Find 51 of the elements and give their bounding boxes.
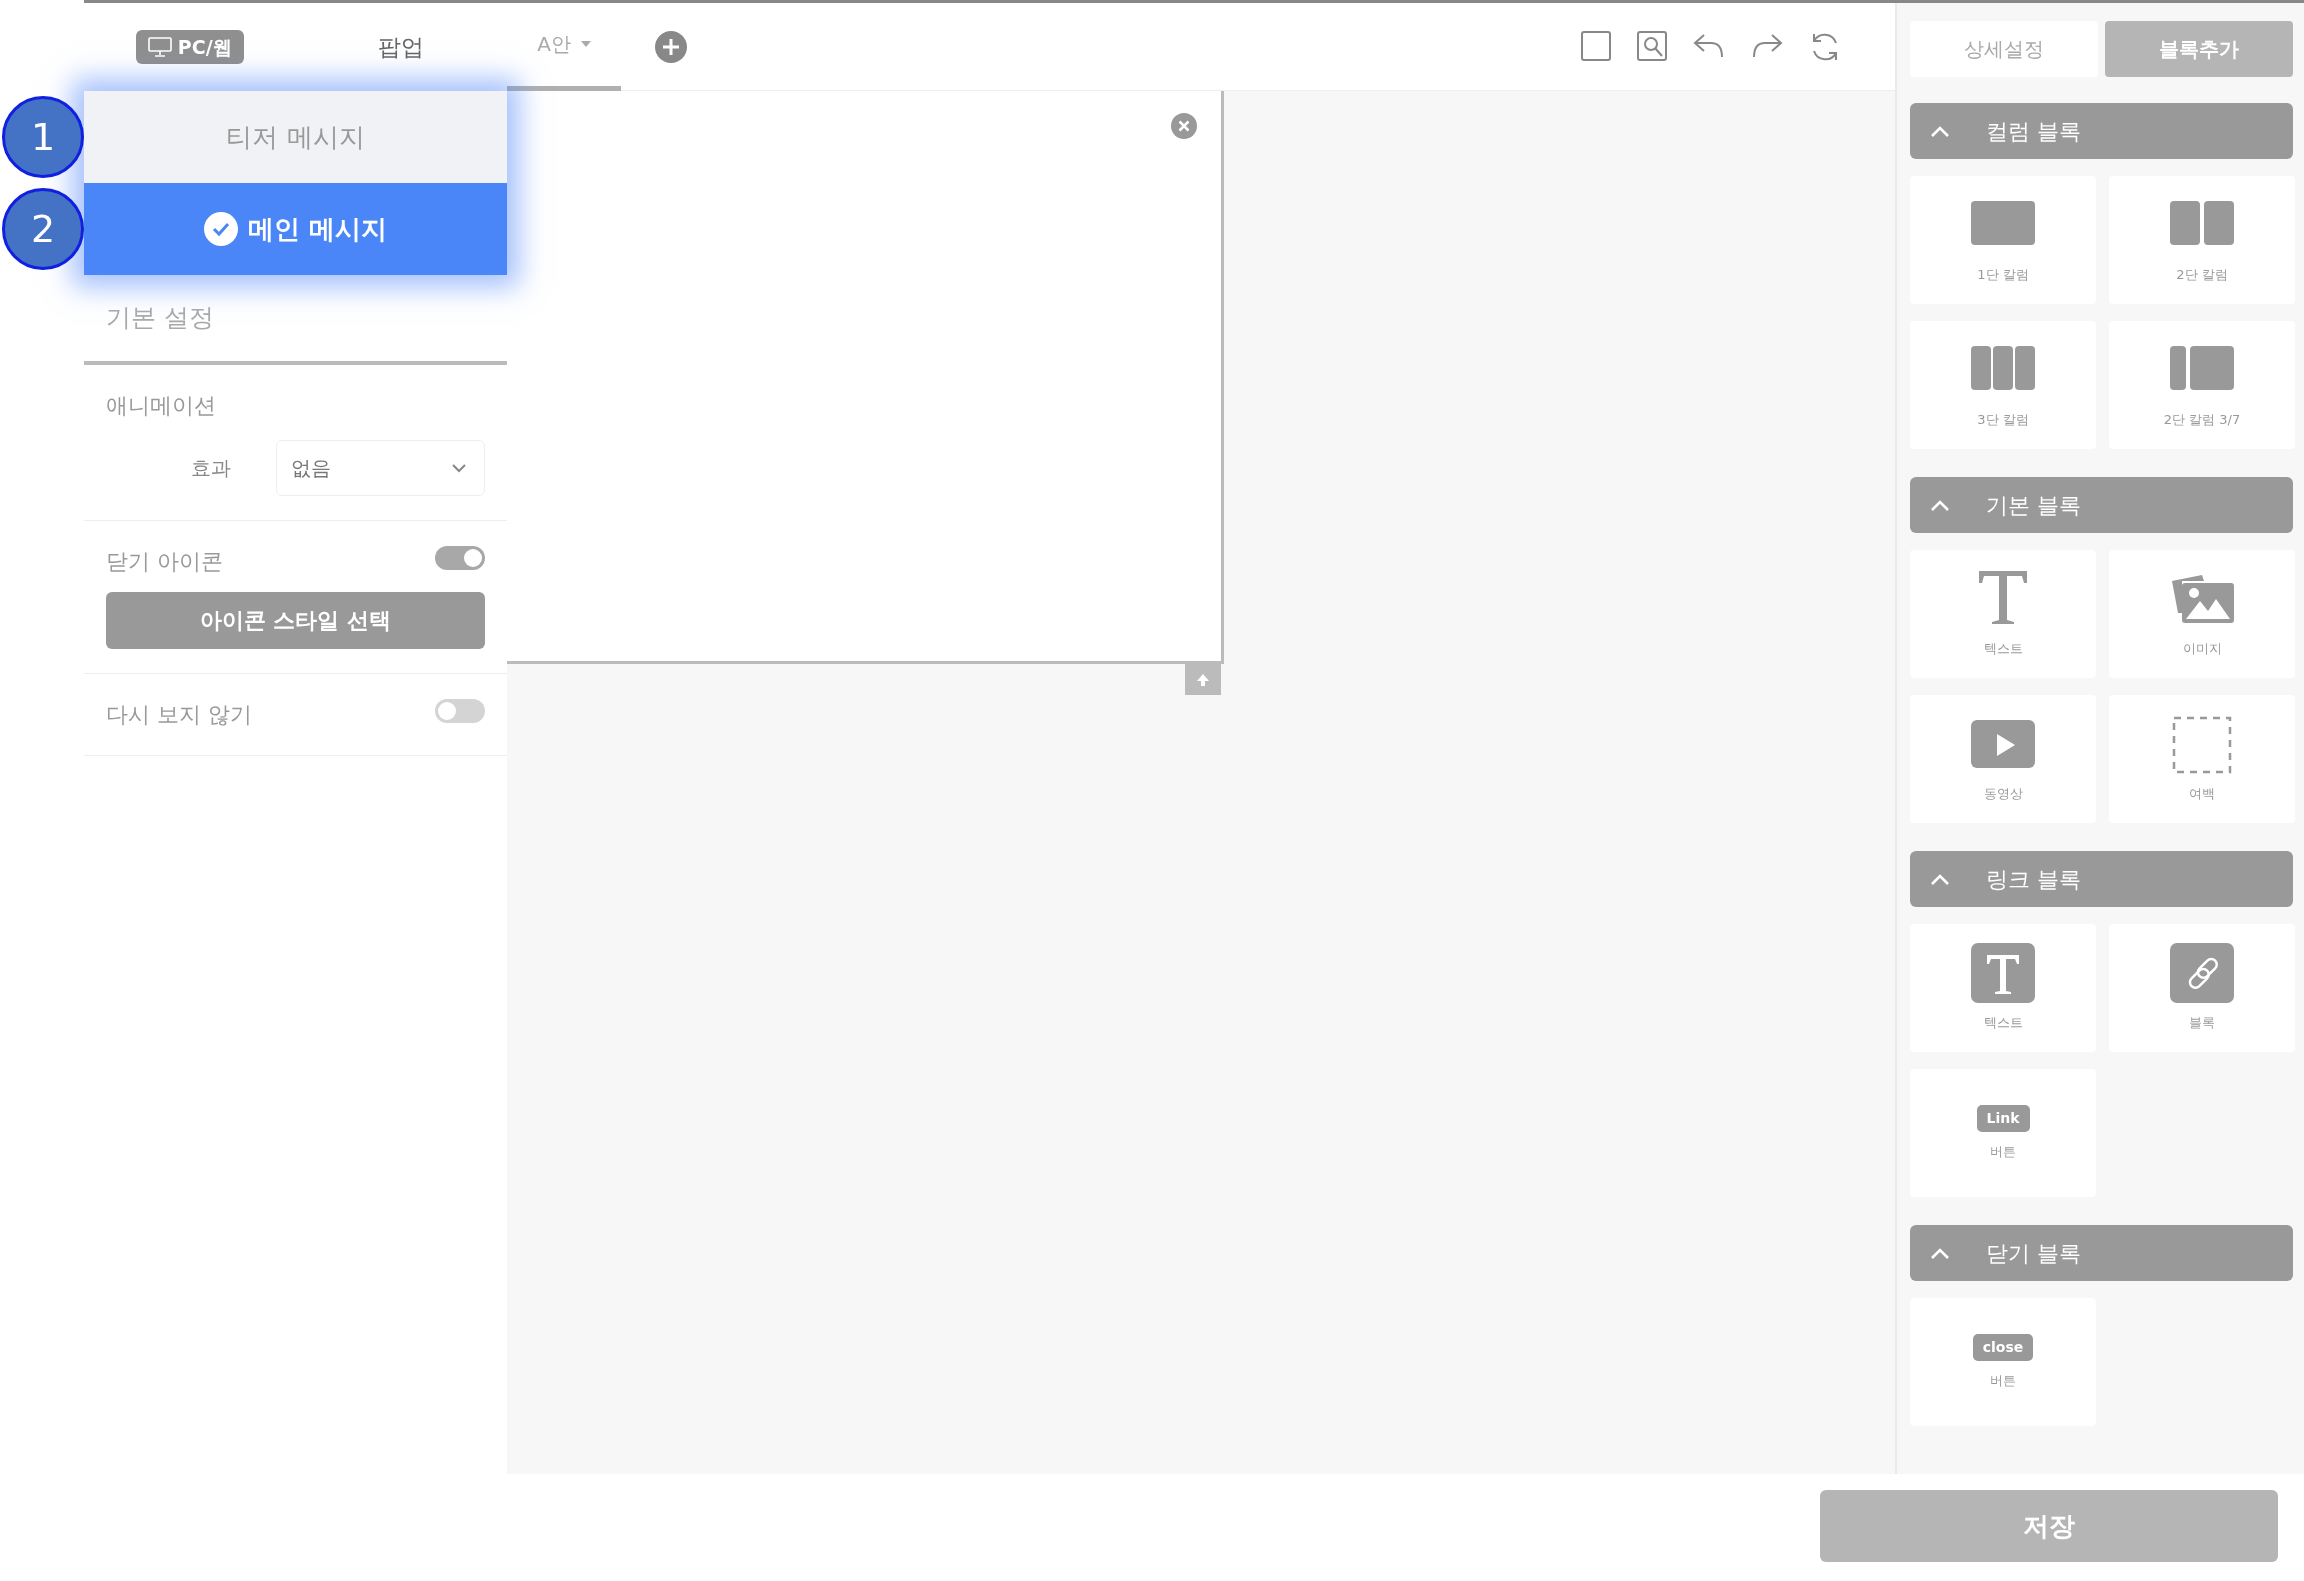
zoom-icon[interactable] bbox=[1637, 30, 1667, 61]
popup-title: 팝업 bbox=[378, 32, 425, 62]
chevron-up-icon bbox=[1930, 125, 1950, 137]
message-tab[interactable]: 티저 메시지 bbox=[84, 91, 507, 183]
block-tile[interactable]: 텍스트 bbox=[1910, 924, 2096, 1052]
block-tile[interactable]: 블록 bbox=[2109, 924, 2295, 1052]
badge-preview: close bbox=[1972, 1333, 2034, 1361]
effect-label: 효과 bbox=[190, 455, 232, 482]
group-header[interactable]: 링크 블록 bbox=[1910, 851, 2293, 907]
animation-label: 애니메이션 bbox=[106, 392, 217, 420]
block-tile[interactable]: 3단 칼럼 bbox=[1910, 321, 2096, 449]
dashed-square-icon bbox=[2170, 714, 2234, 775]
toggle-switch[interactable] bbox=[435, 699, 485, 723]
save-button[interactable]: 저장 bbox=[1820, 1490, 2278, 1562]
badge-preview: Link bbox=[1976, 1104, 2030, 1132]
group-header[interactable]: 컬럼 블록 bbox=[1910, 103, 2293, 159]
effect-select[interactable]: 없음 bbox=[276, 440, 485, 496]
scroll-up-button[interactable] bbox=[1185, 664, 1221, 695]
add-icon[interactable] bbox=[655, 30, 687, 63]
block-tile[interactable]: 2단 칼럼 3/7 bbox=[2109, 321, 2295, 449]
square-icon[interactable] bbox=[1581, 30, 1611, 61]
chevron-up-icon bbox=[1930, 499, 1950, 511]
icon-style-button[interactable]: 아이콘 스타일 선택 bbox=[106, 592, 485, 649]
caret-icon bbox=[580, 41, 591, 47]
block-tile[interactable]: 동영상 bbox=[1910, 695, 2096, 823]
chevron-down-icon bbox=[452, 463, 466, 473]
block-tile[interactable]: close 버튼 bbox=[1910, 1298, 2096, 1426]
close-icon[interactable] bbox=[1171, 113, 1197, 139]
chevron-up-icon bbox=[1930, 873, 1950, 885]
chevron-up-icon bbox=[1930, 1247, 1950, 1259]
toggle-switch[interactable] bbox=[435, 546, 485, 570]
message-tab[interactable]: 메인 메시지 bbox=[84, 183, 507, 275]
annotation-marker: 1 bbox=[2, 96, 84, 178]
device-badge[interactable]: PC/웹 bbox=[135, 29, 244, 65]
block-tile[interactable]: 이미지 bbox=[2109, 550, 2295, 678]
text-t-icon bbox=[1971, 943, 2035, 1004]
group-header[interactable]: 기본 블록 bbox=[1910, 477, 2293, 533]
close-icon-label: 닫기 아이콘 bbox=[106, 548, 223, 576]
check-icon bbox=[203, 212, 238, 246]
panel-tab[interactable]: 상세설정 bbox=[1910, 21, 2098, 77]
block-tile[interactable]: Link 버튼 bbox=[1910, 1069, 2096, 1197]
annotation-marker: 2 bbox=[2, 188, 84, 270]
block-tile[interactable]: 여백 bbox=[2109, 695, 2295, 823]
block-tile[interactable]: 2단 칼럼 bbox=[2109, 176, 2295, 304]
monitor-icon bbox=[147, 37, 172, 57]
block-tile[interactable]: 1단 칼럼 bbox=[1910, 176, 2096, 304]
group-header[interactable]: 닫기 블록 bbox=[1910, 1225, 2293, 1281]
panel-tab[interactable]: 블록추가 bbox=[2105, 21, 2293, 77]
chain-link-icon bbox=[2170, 943, 2234, 1004]
block-tile[interactable]: 텍스트 bbox=[1910, 550, 2096, 678]
dont-show-again-label: 다시 보지 않기 bbox=[106, 701, 252, 729]
